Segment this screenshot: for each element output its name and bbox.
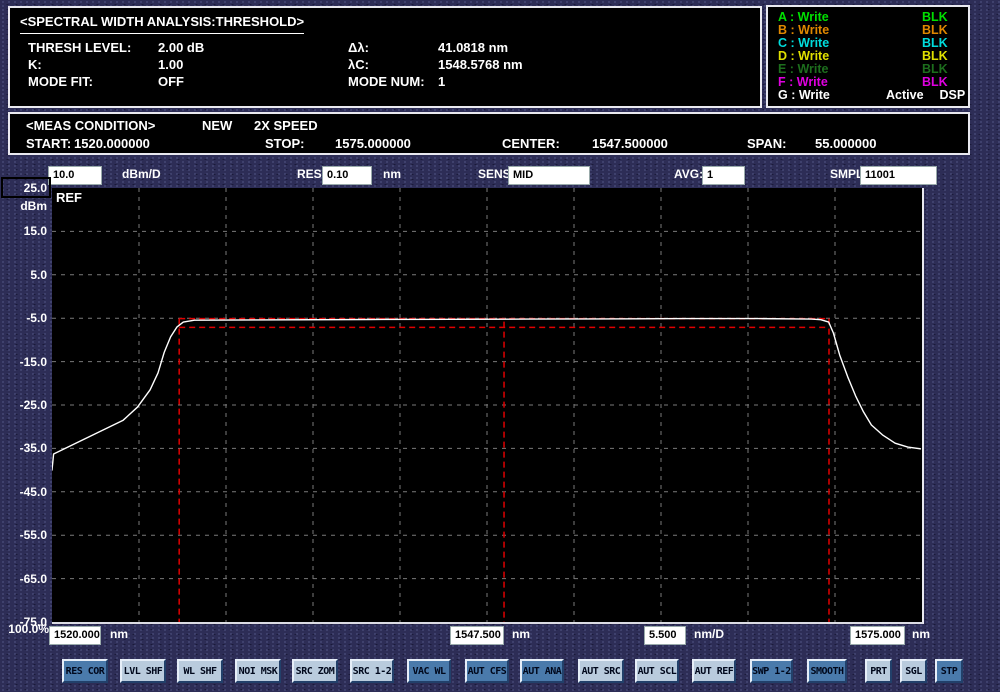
analysis-panel: <SPECTRAL WIDTH ANALYSIS:THRESHOLD> THRE… <box>8 6 762 108</box>
trace-active-label: Active <box>886 89 940 102</box>
x-scale-input[interactable]: 5.500 <box>644 626 686 645</box>
trace-status: DSP <box>940 89 978 102</box>
thresh-level-value: 2.00 dB <box>158 40 204 55</box>
x-stop-input[interactable]: 1575.000 <box>850 626 905 645</box>
y-tick-label: -25.0 <box>1 397 47 413</box>
y-tick-label: -65.0 <box>1 571 47 587</box>
y-tick-label: -35.0 <box>1 440 47 456</box>
toolbar-button-stp[interactable]: STP <box>935 659 963 683</box>
toolbar-button-swp-1-2[interactable]: SWP 1-2 <box>750 659 793 683</box>
spectrum-chart-canvas: REF <box>52 188 922 622</box>
toolbar-button-wl-shf[interactable]: WL SHF <box>177 659 223 683</box>
trace-active-label <box>886 37 922 50</box>
x-scale-unit: nm/D <box>694 627 724 641</box>
k-value: 1.00 <box>158 57 183 72</box>
mode-fit-value: OFF <box>158 74 184 89</box>
y-tick-label: -55.0 <box>1 527 47 543</box>
trace-active-label <box>886 50 922 63</box>
y-tick-label: -5.0 <box>1 310 47 326</box>
delta-lambda-label: Δλ: <box>348 40 369 55</box>
toolbar-button-aut-scl[interactable]: AUT SCL <box>635 659 679 683</box>
y-tick-label: -45.0 <box>1 484 47 500</box>
span-value: 55.000000 <box>815 136 876 151</box>
level-scale-unit: dBm/D <box>122 167 161 181</box>
toolbar-button-aut-ana[interactable]: AUT ANA <box>520 659 564 683</box>
thresh-level-label: THRESH LEVEL: <box>28 40 131 55</box>
meas-condition-title: <MEAS CONDITION> <box>26 118 155 133</box>
center-label: CENTER: <box>502 136 560 151</box>
meas-condition-panel: <MEAS CONDITION> NEW 2X SPEED START: 152… <box>8 112 970 155</box>
ref-level-field[interactable]: 25.0 <box>1 177 51 198</box>
stop-label: STOP: <box>265 136 305 151</box>
lambda-c-label: λC: <box>348 57 369 72</box>
mode-fit-label: MODE FIT: <box>28 74 93 89</box>
toolbar-button-lvl-shf[interactable]: LVL SHF <box>120 659 166 683</box>
meas-mode-value: NEW <box>202 118 232 133</box>
x-stop-unit: nm <box>912 627 930 641</box>
toolbar-button-noi-msk[interactable]: NOI MSK <box>235 659 281 683</box>
center-value: 1547.500000 <box>592 136 668 151</box>
smpl-input[interactable]: 11001 <box>860 166 937 185</box>
start-label: START: <box>26 136 71 151</box>
sens-input[interactable]: MID <box>508 166 590 185</box>
y-tick-label: -15.0 <box>1 354 47 370</box>
trace-name: G : Write <box>778 89 886 102</box>
stop-value: 1575.000000 <box>335 136 411 151</box>
toolbar-button-aut-src[interactable]: AUT SRC <box>578 659 624 683</box>
toolbar-button-sgl[interactable]: SGL <box>900 659 927 683</box>
toolbar-button-src-zom[interactable]: SRC ZOM <box>292 659 338 683</box>
lambda-c-value: 1548.5768 nm <box>438 57 523 72</box>
mode-num-label: MODE NUM: <box>348 74 425 89</box>
delta-lambda-value: 41.0818 nm <box>438 40 508 55</box>
toolbar-button-prt[interactable]: PRT <box>865 659 892 683</box>
analysis-title: <SPECTRAL WIDTH ANALYSIS:THRESHOLD> <box>20 14 304 34</box>
toolbar-button-aut-ref[interactable]: AUT REF <box>692 659 736 683</box>
toolbar-button-src-1-2[interactable]: SRC 1-2 <box>350 659 394 683</box>
toolbar-button-vac-wl[interactable]: VAC WL <box>407 659 451 683</box>
y-axis-unit-label: dBm <box>1 198 47 214</box>
y-tick-label: 15.0 <box>1 223 47 239</box>
spectrum-plot: REF <box>52 188 924 624</box>
osa-screen: { "analysis_panel": { "title": "<SPECTRA… <box>0 0 1000 692</box>
span-label: SPAN: <box>747 136 786 151</box>
res-input[interactable]: 0.10 <box>322 166 372 185</box>
avg-label: AVG: <box>674 167 703 181</box>
y-axis-bottom-percent-label: 100.0% <box>1 621 49 637</box>
toolbar-button-smooth[interactable]: SMOOTH <box>807 659 847 683</box>
x-start-input[interactable]: 1520.000 <box>49 626 101 645</box>
meas-speed-value: 2X SPEED <box>254 118 318 133</box>
trace-active-label <box>886 24 922 37</box>
toolbar-button-aut-cfs[interactable]: AUT CFS <box>465 659 509 683</box>
ref-marker-label: REF <box>56 190 82 205</box>
x-start-unit: nm <box>110 627 128 641</box>
trace-status-panel: A : WriteBLKB : WriteBLKC : WriteBLKD : … <box>766 5 970 108</box>
x-center-input[interactable]: 1547.500 <box>450 626 504 645</box>
trace-active-label <box>886 63 922 76</box>
avg-input[interactable]: 1 <box>702 166 745 185</box>
level-scale-input[interactable]: 10.0 <box>48 166 102 185</box>
res-unit: nm <box>383 167 401 181</box>
trace-row-g: G : WriteActiveDSP <box>778 89 960 102</box>
x-center-unit: nm <box>512 627 530 641</box>
toolbar-button-res-cor[interactable]: RES COR <box>62 659 108 683</box>
y-tick-label: 5.0 <box>1 267 47 283</box>
k-label: K: <box>28 57 42 72</box>
mode-num-value: 1 <box>438 74 445 89</box>
trace-active-label <box>886 11 922 24</box>
start-value: 1520.000000 <box>74 136 150 151</box>
